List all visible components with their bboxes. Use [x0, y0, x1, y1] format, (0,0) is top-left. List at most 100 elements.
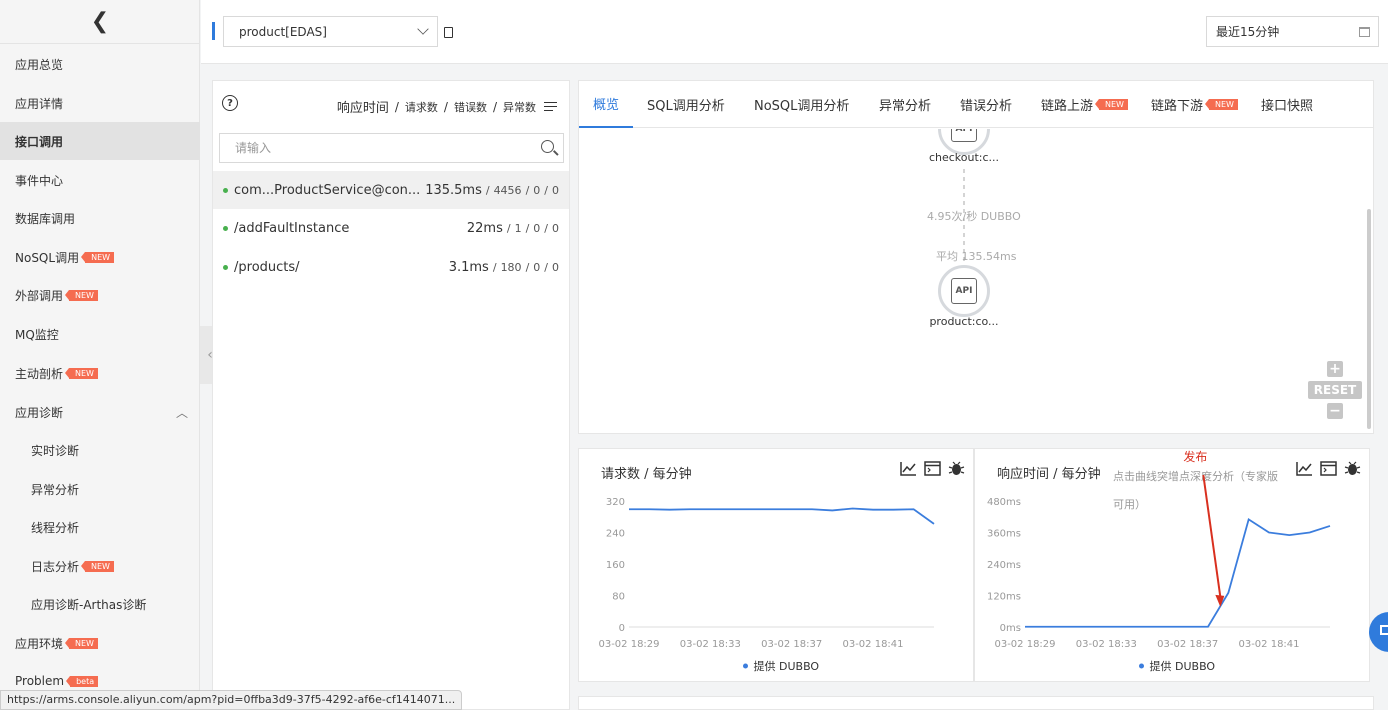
- y-tick-label: 160: [606, 560, 625, 571]
- sort-exceptions[interactable]: 异常数: [503, 99, 536, 115]
- sort-icon[interactable]: [544, 101, 559, 113]
- copy-icon[interactable]: [444, 27, 453, 38]
- tab-nosql-analysis[interactable]: NoSQL调用分析: [754, 81, 849, 128]
- x-tick-label: 03-02 18:41: [842, 639, 903, 650]
- x-tick-label: 03-02 18:33: [680, 639, 741, 650]
- series-line: [1025, 519, 1330, 626]
- new-badge: NEW: [85, 252, 114, 263]
- y-tick-label: 360ms: [987, 529, 1021, 540]
- list-item[interactable]: /addFaultInstance 22ms/1/0/0: [213, 209, 569, 247]
- scrollbar-thumb[interactable]: [1367, 209, 1371, 429]
- accent-bar: [212, 22, 215, 40]
- x-tick-label: 03-02 18:29: [994, 639, 1055, 650]
- help-icon[interactable]: ?: [222, 95, 238, 111]
- x-tick-label: 03-02 18:33: [1076, 639, 1137, 650]
- tab-error-analysis[interactable]: 错误分析: [960, 81, 1012, 128]
- requests-line-chart[interactable]: 08016024032003-02 18:2903-02 18:3303-02 …: [579, 449, 975, 683]
- tab-upstream[interactable]: 链路上游NEW: [1041, 81, 1128, 128]
- legend-label: 提供 DUBBO: [1150, 659, 1216, 673]
- sidebar-item-mq-monitor[interactable]: MQ监控: [0, 315, 200, 353]
- sidebar-item-app-overview[interactable]: 应用总览: [0, 45, 200, 83]
- sidebar-item-event-center[interactable]: 事件中心: [0, 161, 200, 199]
- response-line-chart[interactable]: 0ms120ms240ms360ms480ms03-02 18:2903-02 …: [975, 449, 1371, 683]
- sidebar-item-external-calls[interactable]: 外部调用NEW: [0, 276, 200, 314]
- reset-button[interactable]: RESET: [1308, 381, 1362, 399]
- sidebar-item-thread-analysis[interactable]: 线程分析: [0, 508, 200, 546]
- sort-response-time[interactable]: 响应时间: [337, 97, 389, 116]
- time-range-select[interactable]: 最近15分钟: [1206, 16, 1379, 47]
- bottom-panel: [578, 696, 1374, 710]
- tab-sql-analysis[interactable]: SQL调用分析: [647, 81, 725, 128]
- top-bar: product[EDAS] 最近15分钟: [201, 0, 1388, 64]
- list-item[interactable]: /products/ 3.1ms/180/0/0: [213, 248, 569, 286]
- sort-requests[interactable]: 请求数: [405, 99, 438, 115]
- status-bar-url: https://arms.console.aliyun.com/apm?pid=…: [0, 690, 462, 710]
- sort-errors[interactable]: 错误数: [454, 99, 487, 115]
- edge-rate-label: 4.95次/秒 DUBBO: [927, 208, 1021, 224]
- new-badge: NEW: [1209, 99, 1238, 110]
- y-tick-label: 80: [612, 592, 625, 603]
- tab-exception-analysis[interactable]: 异常分析: [879, 81, 931, 128]
- sidebar-item-database-calls[interactable]: 数据库调用: [0, 199, 200, 237]
- legend-marker: [743, 664, 748, 669]
- sidebar-item-app-details[interactable]: 应用详情: [0, 84, 200, 122]
- sort-options: 响应时间 / 请求数 / 错误数 / 异常数: [337, 97, 559, 116]
- new-badge: NEW: [85, 561, 114, 572]
- search-icon[interactable]: [541, 140, 554, 153]
- downstream-node[interactable]: API: [938, 265, 990, 317]
- annotation-arrow-line: [1203, 475, 1220, 597]
- tab-overview[interactable]: 概览: [579, 81, 633, 128]
- requests-chart-panel: 请求数 / 每分钟 08016024032003-02 18:2903-02 1…: [578, 448, 974, 682]
- sidebar-item-arthas-diagnosis[interactable]: 应用诊断-Arthas诊断: [0, 585, 200, 623]
- sidebar-item-exception-analysis[interactable]: 异常分析: [0, 470, 200, 508]
- new-badge: NEW: [69, 638, 98, 649]
- tab-snapshot[interactable]: 接口快照: [1261, 81, 1313, 128]
- x-tick-label: 03-02 18:37: [1157, 639, 1218, 650]
- chevron-down-icon: [417, 23, 428, 34]
- app-select[interactable]: product[EDAS]: [223, 16, 438, 47]
- zoom-in-button[interactable]: +: [1327, 361, 1343, 377]
- sidebar-item-interface-calls[interactable]: 接口调用: [0, 122, 200, 160]
- edge-avg-label: 平均 135.54ms: [936, 248, 1016, 264]
- list-item[interactable]: com...ProductService@con... 135.5ms/4456…: [213, 171, 569, 209]
- back-button[interactable]: ❮: [0, 0, 200, 44]
- beta-badge: beta: [70, 676, 98, 687]
- legend-marker: [1139, 664, 1144, 669]
- status-dot: [223, 265, 228, 270]
- calendar-icon: [1359, 27, 1370, 37]
- floating-menu-button[interactable]: [1369, 612, 1388, 652]
- sidebar-item-log-analysis[interactable]: 日志分析NEW: [0, 547, 200, 585]
- upstream-node-label: checkout:c...: [904, 151, 1024, 164]
- new-badge: NEW: [69, 290, 98, 301]
- legend-label: 提供 DUBBO: [754, 659, 820, 673]
- status-dot: [223, 188, 228, 193]
- search-input[interactable]: [235, 141, 515, 155]
- x-tick-label: 03-02 18:29: [598, 639, 659, 650]
- sidebar-item-nosql-calls[interactable]: NoSQL调用NEW: [0, 238, 200, 276]
- sidebar-item-active-profiling[interactable]: 主动剖析NEW: [0, 354, 200, 392]
- tab-bar: 概览 SQL调用分析 NoSQL调用分析 异常分析 错误分析 链路上游NEW 链…: [579, 81, 1373, 128]
- scrollbar[interactable]: [1365, 129, 1373, 435]
- sidebar: ❮ 应用总览 应用详情 接口调用 事件中心 数据库调用 NoSQL调用NEW 外…: [0, 0, 200, 710]
- sidebar-item-app-diagnosis[interactable]: 应用诊断︿: [0, 393, 200, 431]
- search-box: [219, 133, 564, 163]
- sidebar-item-realtime-diagnosis[interactable]: 实时诊断: [0, 431, 200, 469]
- y-tick-label: 0ms: [1000, 623, 1021, 634]
- response-chart-panel: 响应时间 / 每分钟 点击曲线突增点深度分析（专家版可用） 0ms120ms24…: [974, 448, 1370, 682]
- downstream-node-label: product:co...: [904, 315, 1024, 328]
- zoom-out-button[interactable]: −: [1327, 403, 1343, 419]
- new-badge: NEW: [69, 368, 98, 379]
- tab-downstream[interactable]: 链路下游NEW: [1151, 81, 1238, 128]
- status-dot: [223, 226, 228, 231]
- chevron-left-icon: ❮: [91, 9, 109, 34]
- topology-graph: API checkout:c... 4.95次/秒 DUBBO 平均 135.5…: [579, 129, 1365, 434]
- x-tick-label: 03-02 18:41: [1238, 639, 1299, 650]
- sidebar-item-app-environment[interactable]: 应用环境NEW: [0, 624, 200, 662]
- y-tick-label: 480ms: [987, 497, 1021, 508]
- api-icon: API: [951, 278, 977, 304]
- x-tick-label: 03-02 18:37: [761, 639, 822, 650]
- y-tick-label: 240: [606, 529, 625, 540]
- chevron-up-icon: ︿: [176, 404, 188, 421]
- y-tick-label: 320: [606, 497, 625, 508]
- overview-panel: 概览 SQL调用分析 NoSQL调用分析 异常分析 错误分析 链路上游NEW 链…: [578, 80, 1374, 434]
